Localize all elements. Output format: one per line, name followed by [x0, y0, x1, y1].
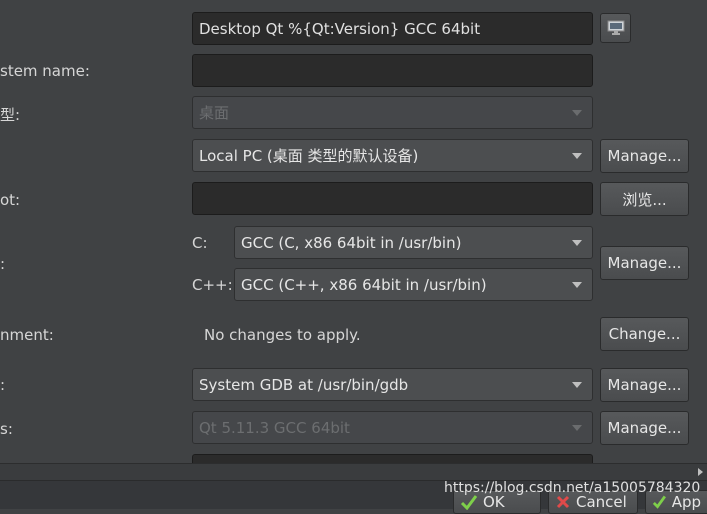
env-change-button[interactable]: Change... — [600, 317, 689, 351]
chevron-down-icon — [572, 381, 582, 388]
debugger-manage-button[interactable]: Manage... — [600, 368, 689, 402]
monitor-icon — [607, 20, 624, 35]
qtver-select: Qt 5.11.3 GCC 64bit — [192, 411, 593, 444]
env-label: nment: — [0, 326, 54, 344]
env-value: No changes to apply. — [204, 326, 361, 344]
debugger-select[interactable]: System GDB at /usr/bin/gdb — [192, 368, 593, 401]
scroll-right-icon[interactable] — [698, 468, 703, 476]
sysname-label: stem name: — [0, 62, 90, 80]
chevron-down-icon — [572, 109, 582, 116]
compiler-c-value: GCC (C, x86 64bit in /usr/bin) — [241, 233, 462, 252]
compiler-cpp-value: GCC (C++, x86 64bit in /usr/bin) — [241, 275, 487, 294]
debugger-label: : — [0, 376, 6, 394]
qtver-label: s: — [0, 420, 13, 438]
devtype-value: 桌面 — [199, 104, 230, 122]
qtver-manage-button[interactable]: Manage... — [600, 411, 689, 445]
qtver-value: Qt 5.11.3 GCC 64bit — [199, 418, 350, 437]
compiler-c-select[interactable]: GCC (C, x86 64bit in /usr/bin) — [234, 226, 593, 259]
compiler-cpp-select[interactable]: GCC (C++, x86 64bit in /usr/bin) — [234, 268, 593, 301]
debugger-value: System GDB at /usr/bin/gdb — [199, 375, 409, 394]
device-manage-button[interactable]: Manage... — [600, 139, 689, 173]
kit-name-input[interactable]: Desktop Qt %{Qt:Version} GCC 64bit — [192, 12, 593, 45]
watermark-text: https://blog.csdn.net/a15005784320 — [444, 480, 701, 496]
chevron-down-icon — [572, 152, 582, 159]
device-icon-button[interactable] — [600, 13, 631, 43]
compiler-c-label: C: — [192, 234, 208, 252]
sysname-input[interactable] — [192, 54, 593, 87]
chevron-down-icon — [572, 239, 582, 246]
sysroot-label: ot: — [0, 191, 21, 209]
sysroot-input[interactable] — [192, 182, 593, 215]
device-value: Local PC (桌面 类型的默认设备) — [199, 147, 419, 165]
compiler-label: : — [0, 255, 6, 273]
kit-name-value: Desktop Qt %{Qt:Version} GCC 64bit — [199, 19, 481, 38]
compiler-cpp-label: C++: — [192, 276, 233, 294]
devtype-select: 桌面 — [192, 96, 593, 129]
device-select[interactable]: Local PC (桌面 类型的默认设备) — [192, 139, 593, 172]
chevron-down-icon — [572, 281, 582, 288]
sysroot-browse-button[interactable]: 浏览... — [600, 182, 689, 216]
horizontal-scrollbar[interactable] — [0, 463, 707, 480]
devtype-label: 型: — [0, 106, 21, 124]
compiler-manage-button[interactable]: Manage... — [600, 246, 689, 280]
chevron-down-icon — [572, 424, 582, 431]
